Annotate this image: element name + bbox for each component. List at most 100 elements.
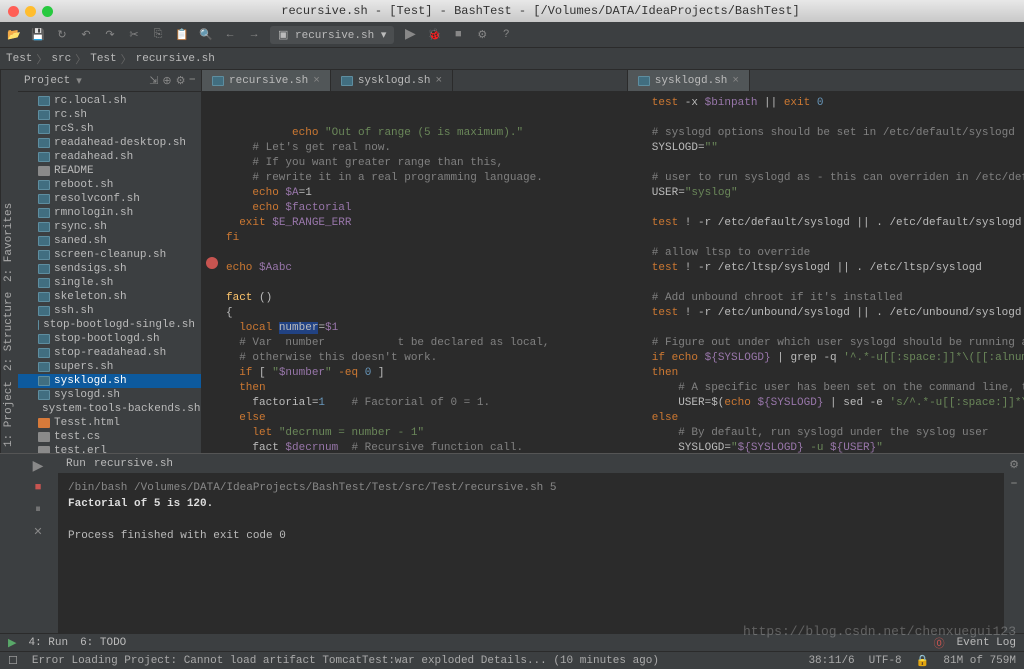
file-name: sysklogd.sh [54, 375, 127, 387]
tree-file[interactable]: supers.sh [18, 360, 201, 374]
tree-file[interactable]: sysklogd.sh [18, 374, 201, 388]
forward-icon[interactable]: → [246, 27, 262, 43]
tree-file[interactable]: readahead.sh [18, 150, 201, 164]
tree-file[interactable]: rc.sh [18, 108, 201, 122]
traffic-lights[interactable] [8, 6, 53, 17]
pause-icon[interactable]: ⏸ [30, 502, 46, 518]
tree-file[interactable]: ssh.sh [18, 304, 201, 318]
breadcrumb-item[interactable]: Test [90, 53, 116, 65]
tree-file[interactable]: syslogd.sh [18, 388, 201, 402]
run-icon[interactable]: ▶ [402, 27, 418, 43]
tree-file[interactable]: stop-bootlogd-single.sh [18, 318, 201, 332]
tree-file[interactable]: readahead-desktop.sh [18, 136, 201, 150]
settings-icon[interactable]: ⚙ [474, 27, 490, 43]
foot-todo[interactable]: 6: TODO [80, 637, 126, 649]
close-icon[interactable]: × [435, 75, 442, 87]
redo-icon[interactable]: ↷ [102, 27, 118, 43]
undo-icon[interactable]: ↶ [78, 27, 94, 43]
lock-icon[interactable]: 🔒 [916, 654, 930, 668]
tree-file[interactable]: sendsigs.sh [18, 262, 201, 276]
file-tree[interactable]: rc.local.shrc.shrcS.shreadahead-desktop.… [18, 92, 201, 453]
run-panel: ▶ ■ ⏸ ✕ Run recursive.sh /bin/bash /Volu… [0, 453, 1024, 633]
editor-tab[interactable]: sysklogd.sh× [628, 70, 750, 91]
file-name: syslogd.sh [54, 389, 120, 401]
open-icon[interactable]: 📂 [6, 27, 22, 43]
encoding[interactable]: UTF-8 [869, 655, 902, 667]
tree-file[interactable]: rmnologin.sh [18, 206, 201, 220]
gear-icon[interactable]: ⚙ [1009, 458, 1019, 472]
tree-file[interactable]: rcS.sh [18, 122, 201, 136]
file-icon [38, 138, 50, 148]
collapse-icon[interactable]: ⇲ [149, 74, 158, 88]
file-icon [38, 264, 50, 274]
gear-icon[interactable]: ⚙ [176, 74, 186, 88]
debug-icon[interactable]: 🐞 [426, 27, 442, 43]
tree-file[interactable]: stop-bootlogd.sh [18, 332, 201, 346]
watermark: https://blog.csdn.net/chenxuegui123 [743, 624, 1016, 639]
tree-file[interactable]: screen-cleanup.sh [18, 248, 201, 262]
stop-icon[interactable]: ■ [450, 27, 466, 43]
editor-tab[interactable]: recursive.sh× [202, 70, 331, 91]
find-icon[interactable]: 🔍 [198, 27, 214, 43]
close-icon[interactable]: ✕ [30, 524, 46, 540]
run-panel-title: Run [66, 458, 86, 470]
run-tab[interactable]: recursive.sh [94, 458, 173, 470]
sidebar-tab-favorites[interactable]: 2: Favorites [3, 203, 16, 282]
back-icon[interactable]: ← [222, 27, 238, 43]
file-icon [38, 418, 50, 428]
maximize-icon[interactable] [42, 6, 53, 17]
tree-file[interactable]: single.sh [18, 276, 201, 290]
close-icon[interactable]: × [313, 75, 320, 87]
refresh-icon[interactable]: ↻ [54, 27, 70, 43]
sidebar-tab-structure[interactable]: 2: Structure [3, 292, 16, 371]
paste-icon[interactable]: 📋 [174, 27, 190, 43]
tree-file[interactable]: reboot.sh [18, 178, 201, 192]
run-output[interactable]: /bin/bash /Volumes/DATA/IdeaProjects/Bas… [58, 474, 1004, 633]
breakpoint-icon[interactable] [206, 257, 218, 269]
stop-icon[interactable]: ■ [30, 480, 46, 496]
code-editor[interactable]: test -x $binpath || exit 0 # syslogd opt… [628, 92, 1024, 453]
file-icon [38, 236, 50, 246]
tab-label: sysklogd.sh [358, 75, 431, 87]
breadcrumb-item[interactable]: src [51, 53, 71, 65]
tree-file[interactable]: system-tools-backends.sh [18, 402, 201, 416]
editor-left: recursive.sh× sysklogd.sh × echo "Out of r… [202, 70, 628, 453]
tree-file[interactable]: stop-readahead.sh [18, 346, 201, 360]
tree-file[interactable]: rsync.sh [18, 220, 201, 234]
save-icon[interactable]: 💾 [30, 27, 46, 43]
file-icon [341, 76, 353, 86]
tree-file[interactable]: test.erl [18, 444, 201, 453]
editor-tab[interactable]: sysklogd.sh × [331, 70, 453, 91]
foot-run[interactable]: 4: Run [28, 637, 68, 649]
caret-position[interactable]: 38:11/6 [808, 655, 854, 667]
cut-icon[interactable]: ✂ [126, 27, 142, 43]
locate-icon[interactable]: ⊕ [162, 74, 171, 88]
tree-file[interactable]: rc.local.sh [18, 94, 201, 108]
breadcrumb-item[interactable]: Test [6, 53, 32, 65]
breadcrumb-item[interactable]: recursive.sh [136, 53, 215, 65]
file-name: single.sh [54, 277, 113, 289]
file-name: rcS.sh [54, 123, 94, 135]
close-icon[interactable]: × [732, 75, 739, 87]
tree-file[interactable]: Tesst.html [18, 416, 201, 430]
status-bar: ☐ Error Loading Project: Cannot load art… [0, 651, 1024, 669]
minimize-icon[interactable] [25, 6, 36, 17]
run-config-selector[interactable]: ▣ recursive.sh ▾ [270, 26, 394, 44]
copy-icon[interactable]: ⎘ [150, 27, 166, 43]
hide-icon[interactable]: ⎯ [190, 74, 196, 88]
tree-file[interactable]: test.cs [18, 430, 201, 444]
file-icon [38, 306, 50, 316]
memory-indicator[interactable]: 81M of 759M [943, 655, 1016, 667]
tree-file[interactable]: README [18, 164, 201, 178]
close-icon[interactable] [8, 6, 19, 17]
hide-icon[interactable]: ⎯ [1011, 478, 1017, 490]
tree-file[interactable]: saned.sh [18, 234, 201, 248]
tree-file[interactable]: resolvconf.sh [18, 192, 201, 206]
help-icon[interactable]: ? [498, 27, 514, 43]
file-name: reboot.sh [54, 179, 113, 191]
tree-file[interactable]: skeleton.sh [18, 290, 201, 304]
sidebar-tab-project[interactable]: 1: Project [3, 381, 16, 447]
code-editor[interactable]: echo "Out of range (5 is maximum)." # Le… [202, 92, 627, 453]
status-message[interactable]: Error Loading Project: Cannot load artif… [32, 655, 659, 667]
rerun-icon[interactable]: ▶ [30, 458, 46, 474]
